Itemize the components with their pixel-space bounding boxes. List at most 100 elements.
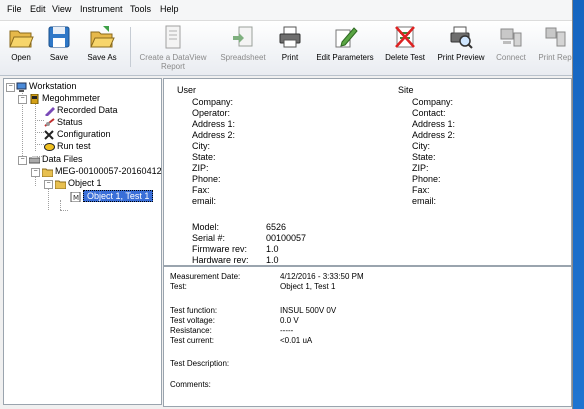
test-current-value: <0.01 uA <box>280 336 313 345</box>
test-current-label: Test current: <box>170 336 215 345</box>
user-field-label: Phone: <box>192 174 221 184</box>
print-button[interactable]: Print <box>275 24 305 62</box>
toolbar-separator <box>130 27 131 67</box>
site-field-label: City: <box>412 141 430 151</box>
test-value: Object 1, Test 1 <box>280 282 336 291</box>
user-field-label: Address 2: <box>192 130 236 140</box>
hardware-value: 1.0 <box>266 255 279 265</box>
run-test-icon <box>44 142 55 151</box>
site-heading: Site <box>398 85 414 95</box>
model-label: Model: <box>192 222 220 232</box>
user-field-label: Operator: <box>192 108 231 118</box>
toolbar: Open Save Save As Create a DataView Repo… <box>0 21 572 76</box>
spreadsheet-icon <box>233 26 253 47</box>
measurement-date-value: 4/12/2016 - 3:33:50 PM <box>280 272 364 281</box>
site-field-label: Phone: <box>412 174 441 184</box>
data-files-icon <box>29 155 40 164</box>
comments-label: Comments: <box>170 380 211 389</box>
menu-instrument[interactable]: Instrument <box>80 4 123 14</box>
connect-computer-icon <box>500 28 522 47</box>
tree-item-status[interactable]: Status <box>44 116 83 128</box>
site-field-label: ZIP: <box>412 163 429 173</box>
collapse-toggle[interactable]: − <box>6 83 15 92</box>
resistance-label: Resistance: <box>170 326 212 335</box>
tree-item-test-selected[interactable]: M Object 1, Test 1 <box>70 190 154 203</box>
menu-file[interactable]: File <box>7 4 22 14</box>
tree-item-object[interactable]: Object 1 <box>55 177 102 189</box>
menu-bar: File Edit View Instrument Tools Help <box>0 0 572 21</box>
print-report-icon <box>545 27 566 47</box>
folder-icon <box>42 168 53 177</box>
menu-tools[interactable]: Tools <box>130 4 151 14</box>
print-report-button[interactable]: Print Rep <box>538 24 572 62</box>
tree-connector <box>35 144 44 145</box>
status-icon <box>44 117 55 127</box>
test-description-label: Test Description: <box>170 359 230 368</box>
svg-text:M: M <box>73 194 79 202</box>
create-dataview-report-button[interactable]: Create a DataView Report <box>136 24 210 71</box>
test-function-label: Test function: <box>170 306 218 315</box>
serial-label: Serial #: <box>192 233 226 243</box>
user-field-label: Company: <box>192 97 234 107</box>
spreadsheet-button[interactable]: Spreadsheet <box>218 24 268 62</box>
collapse-toggle[interactable]: − <box>31 168 40 177</box>
tree-item-data-files[interactable]: Data Files <box>29 153 83 165</box>
tree-item-run-test[interactable]: Run test <box>44 140 91 152</box>
site-field-label: Contact: <box>412 108 446 118</box>
user-site-panel: User Company: Operator: Address 1: Addre… <box>163 78 572 266</box>
save-button[interactable]: Save <box>44 24 74 62</box>
delete-test-icon <box>395 26 415 48</box>
navigation-tree: − Workstation − Megohmmeter Recorded Dat… <box>3 78 162 405</box>
user-field-label: email: <box>192 196 217 206</box>
tools-icon <box>44 129 54 140</box>
firmware-label: Firmware rev: <box>192 244 248 254</box>
delete-test-button[interactable]: Delete Test <box>383 24 427 62</box>
connect-button[interactable]: Connect <box>494 24 528 62</box>
edit-parameters-button[interactable]: Edit Parameters <box>314 24 376 62</box>
collapse-toggle[interactable]: − <box>18 156 27 165</box>
measurement-date-label: Measurement Date: <box>170 272 241 281</box>
user-field-label: ZIP: <box>192 163 209 173</box>
tree-item-megohmmeter[interactable]: Megohmmeter <box>29 92 100 104</box>
background-window-edge <box>573 0 584 409</box>
print-preview-button[interactable]: Print Preview <box>435 24 487 62</box>
user-field-label: State: <box>192 152 216 162</box>
tree-connector <box>60 210 68 211</box>
floppy-disk-icon <box>48 26 70 48</box>
tree-item-configuration[interactable]: Configuration <box>44 128 111 140</box>
tree-connector <box>35 176 36 186</box>
tree-connector <box>35 132 44 133</box>
recorded-data-icon <box>45 106 55 116</box>
menu-help[interactable]: Help <box>160 4 179 14</box>
save-as-button[interactable]: Save As <box>80 24 124 62</box>
user-heading: User <box>177 85 197 95</box>
open-button[interactable]: Open <box>6 24 36 62</box>
menu-view[interactable]: View <box>52 4 71 14</box>
site-field-label: State: <box>412 152 436 162</box>
model-value: 6526 <box>266 222 287 232</box>
serial-value: 00100057 <box>266 233 307 243</box>
test-label: Test: <box>170 282 187 291</box>
menu-edit[interactable]: Edit <box>30 4 46 14</box>
site-field-label: Company: <box>412 97 454 107</box>
edit-pencil-icon <box>335 27 358 48</box>
user-field-label: City: <box>192 141 210 151</box>
megohmmeter-icon <box>30 93 39 104</box>
user-field-label: Address 1: <box>192 119 236 129</box>
tree-item-workstation[interactable]: Workstation <box>16 80 76 92</box>
test-voltage-value: 0.0 V <box>280 316 299 325</box>
collapse-toggle[interactable]: − <box>18 95 27 104</box>
tree-item-data-file[interactable]: MEG-00100057-20160412 <box>42 165 162 177</box>
site-field-label: Fax: <box>412 185 430 195</box>
user-field-label: Fax: <box>192 185 210 195</box>
collapse-toggle[interactable]: − <box>44 180 53 189</box>
site-field-label: Address 1: <box>412 119 456 129</box>
site-field-label: email: <box>412 196 437 206</box>
hardware-label: Hardware rev: <box>192 255 249 265</box>
printer-icon <box>279 26 301 48</box>
resistance-value: ----- <box>280 326 294 335</box>
test-function-value: INSUL 500V 0V <box>280 306 337 315</box>
print-preview-icon <box>450 26 473 49</box>
tree-item-recorded-data[interactable]: Recorded Data <box>44 104 118 116</box>
save-as-folder-icon <box>90 26 115 48</box>
